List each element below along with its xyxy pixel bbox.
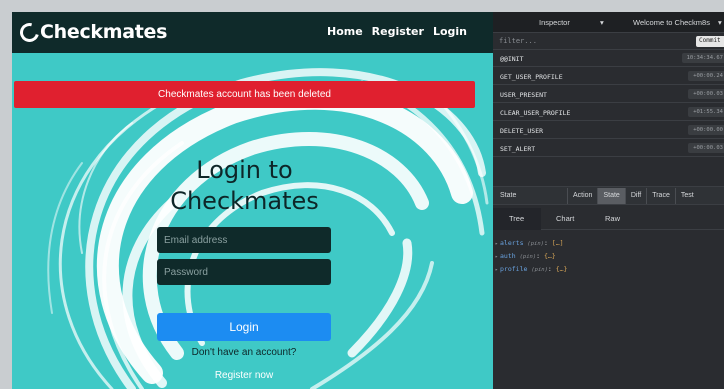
email-field[interactable] xyxy=(157,227,331,253)
brand-name: Checkmates xyxy=(40,21,168,43)
tree-type: (pin) xyxy=(527,241,544,247)
tab-trace[interactable]: Trace xyxy=(646,188,675,204)
action-name: @@INIT xyxy=(500,55,524,63)
tree-node[interactable]: ▸ auth (pin): {…} xyxy=(495,252,556,260)
register-now-link[interactable]: Register now xyxy=(157,370,331,381)
action-name: CLEAR_USER_PROFILE xyxy=(500,109,571,117)
action-name: DELETE_USER xyxy=(500,127,544,135)
tree-key: alerts xyxy=(500,239,524,247)
tree-type: (pin) xyxy=(531,267,548,273)
action-list-item[interactable]: SET_ALERT +00:00.03 xyxy=(493,140,724,157)
expand-arrow-icon[interactable]: ▸ xyxy=(495,241,498,247)
tab-test[interactable]: Test xyxy=(674,188,699,204)
no-account-text: Don't have an account? xyxy=(191,347,297,358)
action-time: +00:00.24 xyxy=(688,71,724,81)
action-time: +00:00.00 xyxy=(688,125,724,135)
redux-devtools-panel: Inspector ▾ Welcome to Checkm8s ▾ filter… xyxy=(493,12,724,389)
nav-links: Home Register Login xyxy=(327,25,467,38)
tab-action[interactable]: Action xyxy=(567,188,597,204)
login-button[interactable]: Login xyxy=(157,313,331,341)
action-list-item[interactable]: @@INIT 10:34:34.67 xyxy=(493,50,724,67)
tree-key: auth xyxy=(500,252,516,260)
action-name: GET_USER_PROFILE xyxy=(500,73,563,81)
action-list-item[interactable]: CLEAR_USER_PROFILE +01:55.34 xyxy=(493,104,724,121)
expand-arrow-icon[interactable]: ▸ xyxy=(495,254,498,260)
nav-login-link[interactable]: Login xyxy=(433,25,467,38)
tree-value: {…} xyxy=(555,265,568,273)
password-field[interactable] xyxy=(157,259,331,285)
tree-node[interactable]: ▸ alerts (pin): […] xyxy=(495,239,564,247)
tree-key: profile xyxy=(500,265,528,273)
brand-logo[interactable]: Checkmates xyxy=(16,19,168,45)
chevron-down-icon[interactable]: ▾ xyxy=(600,18,604,27)
monitor-tabs: Action State Diff Trace Test xyxy=(567,188,699,204)
action-list-item[interactable]: USER_PRESENT +00:00.03 xyxy=(493,86,724,103)
expand-arrow-icon[interactable]: ▸ xyxy=(495,267,498,273)
state-label: State xyxy=(500,192,517,199)
page-title: Login to Checkmates xyxy=(170,156,319,215)
instance-select[interactable]: Welcome to Checkm8s xyxy=(633,18,710,27)
tree-value: {…} xyxy=(543,252,556,260)
monitor-tab-bar: State Action State Diff Trace Test xyxy=(493,186,724,205)
devtools-header: Inspector ▾ Welcome to Checkm8s ▾ xyxy=(493,12,724,33)
action-list-item[interactable]: GET_USER_PROFILE +00:00.24 xyxy=(493,68,724,85)
alert-banner: Checkmates account has been deleted xyxy=(14,81,475,108)
filter-input[interactable]: filter... xyxy=(499,37,537,45)
action-time: +00:00.03 xyxy=(688,89,724,99)
action-list-item[interactable]: DELETE_USER +00:00.00 xyxy=(493,122,724,139)
checkmates-logo-icon xyxy=(16,19,43,45)
tree-type: (pin) xyxy=(519,254,537,260)
checkmates-app: Checkmates Home Register Login Checkmate… xyxy=(12,12,493,389)
action-time: 10:34:34.67 xyxy=(681,53,724,63)
tab-tree[interactable]: Tree xyxy=(509,214,524,223)
chevron-down-icon[interactable]: ▾ xyxy=(718,18,722,27)
tab-chart[interactable]: Chart xyxy=(556,214,574,223)
commit-button[interactable]: Commit xyxy=(696,36,724,47)
navbar: Checkmates Home Register Login xyxy=(12,12,493,53)
tree-value: […] xyxy=(551,239,564,247)
tree-node[interactable]: ▸ profile (pin): {…} xyxy=(495,265,567,273)
action-name: SET_ALERT xyxy=(500,145,536,153)
action-time: +00:00.03 xyxy=(688,143,724,153)
filter-row: filter... Commit xyxy=(493,33,724,50)
inspector-select[interactable]: Inspector xyxy=(539,18,570,27)
tab-state[interactable]: State xyxy=(597,188,625,204)
action-name: USER_PRESENT xyxy=(500,91,547,99)
action-time: +01:55.34 xyxy=(688,107,724,117)
nav-register-link[interactable]: Register xyxy=(372,25,424,38)
tab-raw[interactable]: Raw xyxy=(605,214,620,223)
tab-diff[interactable]: Diff xyxy=(624,188,646,204)
nav-home-link[interactable]: Home xyxy=(327,25,363,38)
view-tabs: Tree Chart Raw xyxy=(493,208,724,230)
